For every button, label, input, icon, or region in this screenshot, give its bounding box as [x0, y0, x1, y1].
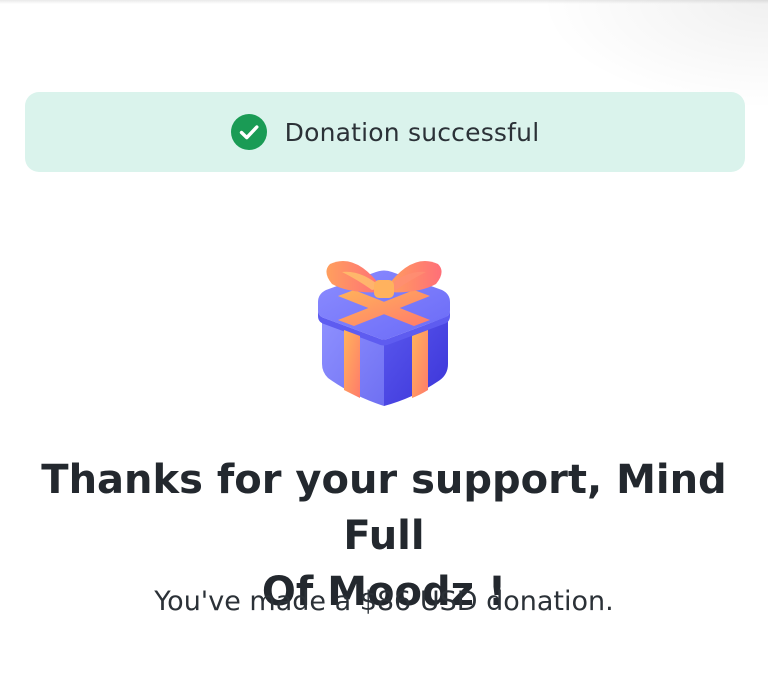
- success-banner: Donation successful: [25, 92, 745, 172]
- donation-success-page: Donation successful Thanks for your supp…: [0, 0, 768, 697]
- thank-you-heading-line1: Thanks for your support, Mind Full: [41, 457, 727, 559]
- success-banner-text: Donation successful: [284, 117, 540, 147]
- donation-amount-text: You've made a $86 USD donation.: [154, 586, 614, 617]
- check-circle-icon: [230, 114, 267, 150]
- gift-box-icon: [308, 250, 460, 412]
